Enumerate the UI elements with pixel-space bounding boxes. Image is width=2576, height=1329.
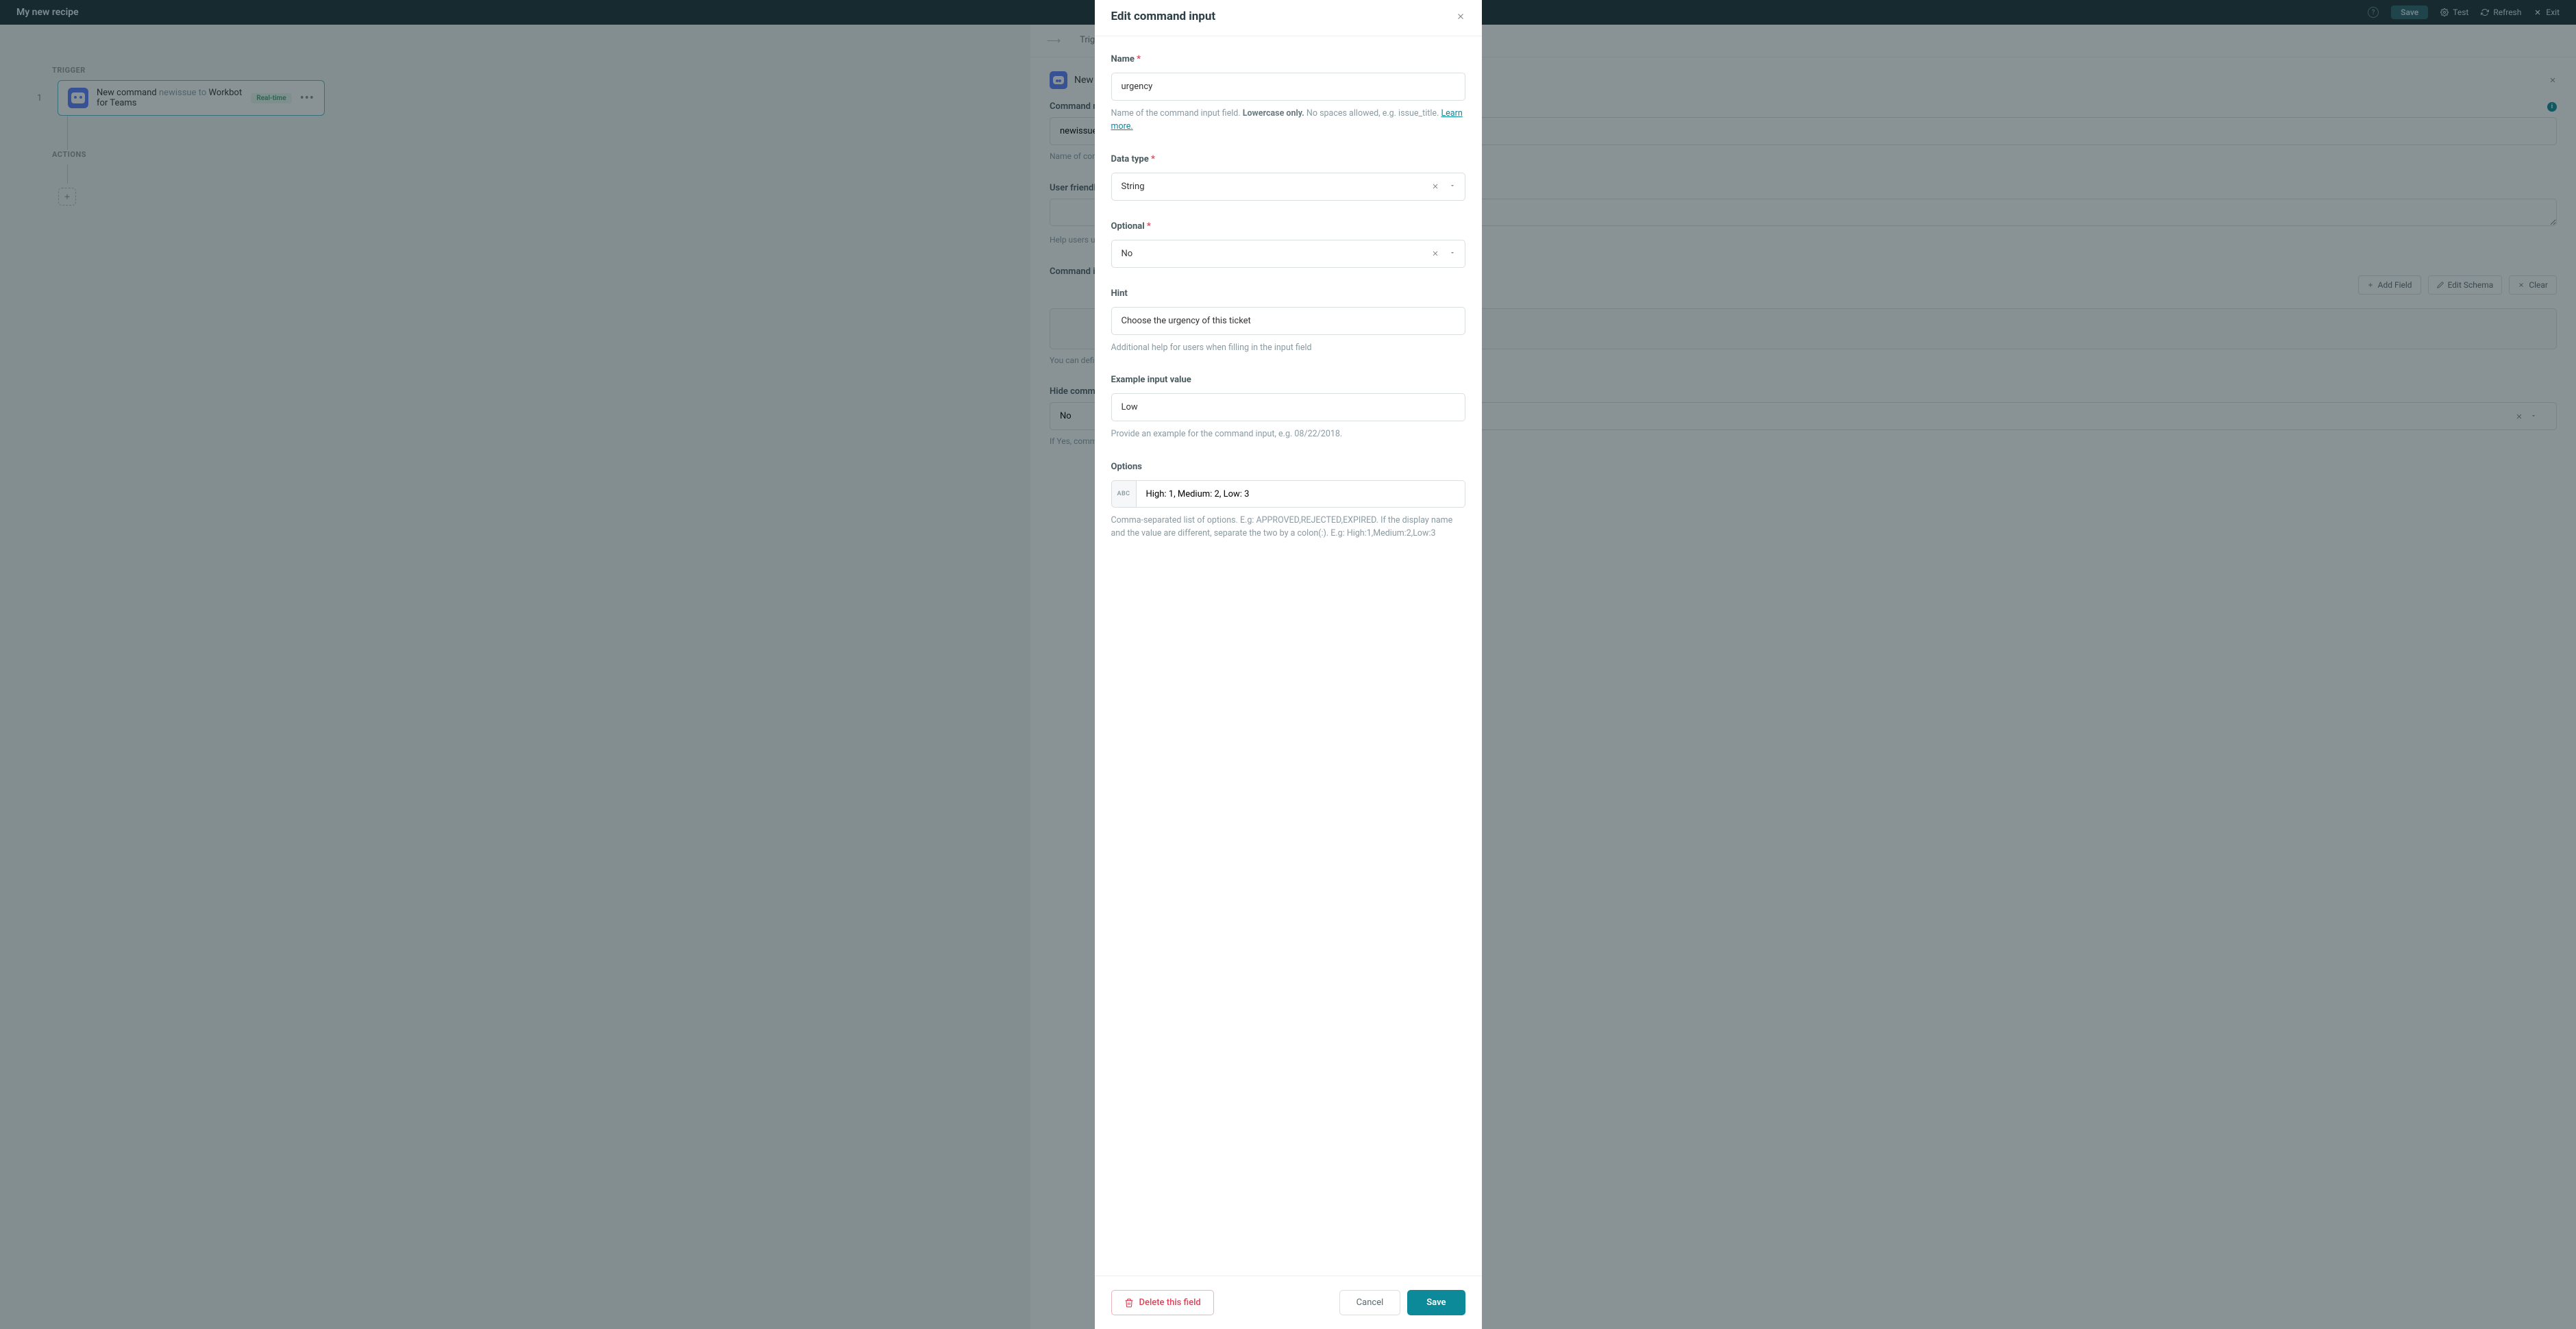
chevron-down-icon[interactable] [1449,249,1456,256]
options-input[interactable]: High: 1, Medium: 2, Low: 3 [1136,480,1465,508]
helper-text: Name of the command input field. Lowerca… [1111,108,1465,134]
clear-icon[interactable] [1431,249,1439,258]
helper-text: Provide an example for the command input… [1111,428,1465,441]
save-button[interactable]: Save [1407,1290,1465,1315]
optional-select[interactable] [1111,240,1465,268]
hint-input[interactable] [1111,307,1465,335]
name-input[interactable] [1111,73,1465,101]
field-label: Optional * [1111,221,1465,232]
chevron-down-icon[interactable] [1449,182,1456,189]
delete-field-button[interactable]: Delete this field [1111,1290,1214,1315]
helper-text: Comma-separated list of options. E.g: AP… [1111,514,1465,541]
helper-text: Additional help for users when filling i… [1111,342,1465,355]
field-label: Example input value [1111,375,1465,385]
edit-command-input-modal: Edit command input Name * Name of the co… [1095,0,1482,1329]
field-label: Name * [1111,54,1465,64]
example-input[interactable] [1111,393,1465,421]
modal-title: Edit command input [1111,10,1216,23]
options-prefix-badge: ABC [1111,480,1136,508]
trash-icon [1124,1298,1134,1308]
clear-icon[interactable] [1431,182,1439,190]
close-icon [1456,12,1465,21]
modal-close-button[interactable] [1456,8,1465,25]
datatype-select[interactable] [1111,173,1465,201]
cancel-button[interactable]: Cancel [1339,1290,1401,1315]
field-label: Hint [1111,288,1465,299]
field-label: Options [1111,462,1465,472]
field-label: Data type * [1111,154,1465,164]
